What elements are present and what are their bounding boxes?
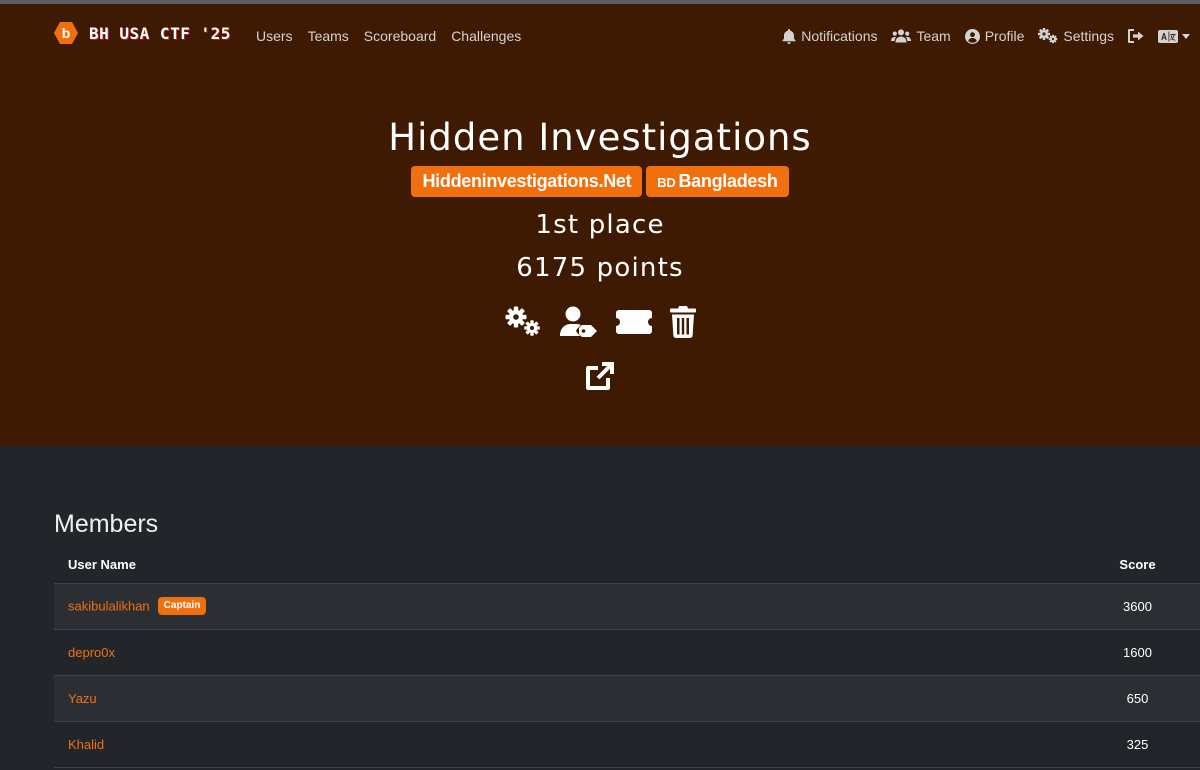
navbar: b BH USA CTF '25 Users Teams Scoreboard …	[0, 4, 1200, 62]
nav-language-dropdown[interactable]	[1158, 29, 1190, 43]
country-flag-code: BD	[657, 175, 676, 190]
team-name: Hidden Investigations	[388, 116, 812, 159]
nav-right: Notifications Team Profile Settings	[768, 26, 1190, 46]
nav-settings[interactable]: Settings	[1038, 26, 1114, 46]
members-table-header: User Name Score	[54, 546, 1200, 584]
members-heading: Members	[54, 510, 159, 538]
bell-icon	[782, 28, 796, 44]
gears-icon	[505, 306, 540, 336]
nav-notifications[interactable]: Notifications	[782, 26, 877, 46]
member-link[interactable]: Yazu	[68, 691, 97, 706]
member-link[interactable]: depro0x	[68, 645, 115, 660]
users-icon	[891, 29, 912, 43]
nav-teams[interactable]: Teams	[308, 26, 349, 46]
nav-logout[interactable]	[1128, 29, 1144, 43]
nav-team-label: Team	[916, 28, 951, 44]
member-link[interactable]: Khalid	[68, 737, 104, 752]
nav-settings-label: Settings	[1063, 28, 1114, 44]
nav-team[interactable]: Team	[891, 26, 951, 46]
gears-icon	[1038, 28, 1058, 44]
svg-text:b: b	[62, 25, 71, 41]
share-row	[0, 358, 1200, 394]
team-actions	[0, 304, 1200, 340]
nav-profile-label: Profile	[984, 28, 1025, 44]
nav-notifications-label: Notifications	[801, 28, 878, 44]
team-country-badge: BD Bangladesh	[646, 166, 789, 197]
language-icon	[1158, 29, 1178, 43]
member-name-cell: depro0x	[54, 629, 1075, 676]
member-name-cell: Yazu	[54, 675, 1075, 722]
trash-icon	[670, 306, 696, 338]
captain-badge: Captain	[157, 596, 207, 615]
team-badges: Hiddeninvestigations.Net BD Bangladesh	[0, 166, 1200, 197]
member-score: 1600	[1075, 629, 1200, 676]
sign-out-icon	[1128, 29, 1144, 43]
table-row: Yazu 650	[54, 675, 1200, 722]
team-country-name: Bangladesh	[678, 171, 778, 191]
share-team-button[interactable]	[584, 358, 616, 394]
members-table: User Name Score sakibulalikhan Captain 36…	[54, 546, 1200, 768]
member-name-cell: Khalid	[54, 721, 1075, 768]
team-invite-button[interactable]	[616, 304, 652, 340]
member-score: 3600	[1075, 583, 1200, 630]
team-place: 1st place	[535, 210, 665, 240]
chevron-down-icon	[1182, 33, 1190, 39]
nav-scoreboard[interactable]: Scoreboard	[364, 26, 436, 46]
nav-profile[interactable]: Profile	[964, 26, 1025, 46]
choose-captain-button[interactable]	[560, 304, 598, 340]
member-score: 650	[1075, 675, 1200, 722]
external-link-icon	[586, 362, 614, 390]
edit-team-button[interactable]	[504, 304, 542, 340]
nav-challenges[interactable]: Challenges	[451, 26, 521, 46]
member-link[interactable]: sakibulalikhan	[68, 598, 150, 613]
table-row: Khalid 325	[54, 721, 1200, 768]
table-row: sakibulalikhan Captain 3600	[54, 583, 1200, 630]
disband-team-button[interactable]	[670, 304, 696, 340]
column-user-name: User Name	[54, 546, 1075, 584]
nav-users[interactable]: Users	[256, 26, 293, 46]
table-row: depro0x 1600	[54, 629, 1200, 676]
team-website-badge[interactable]: Hiddeninvestigations.Net	[411, 166, 643, 197]
nav-links: Users Teams Scoreboard Challenges	[256, 26, 536, 46]
ticket-icon	[616, 310, 652, 334]
brand-link[interactable]: b BH USA CTF '25	[54, 22, 231, 44]
user-circle-icon	[964, 28, 980, 44]
member-score: 325	[1075, 721, 1200, 768]
team-points: 6175 points	[516, 253, 684, 283]
member-name-cell: sakibulalikhan Captain	[54, 583, 1075, 630]
brand-logo-icon: b	[54, 22, 78, 44]
brand-name: BH USA CTF '25	[89, 23, 231, 43]
column-score: Score	[1075, 546, 1200, 584]
team-header: b BH USA CTF '25 Users Teams Scoreboard …	[0, 4, 1200, 446]
user-tag-icon	[560, 306, 597, 337]
